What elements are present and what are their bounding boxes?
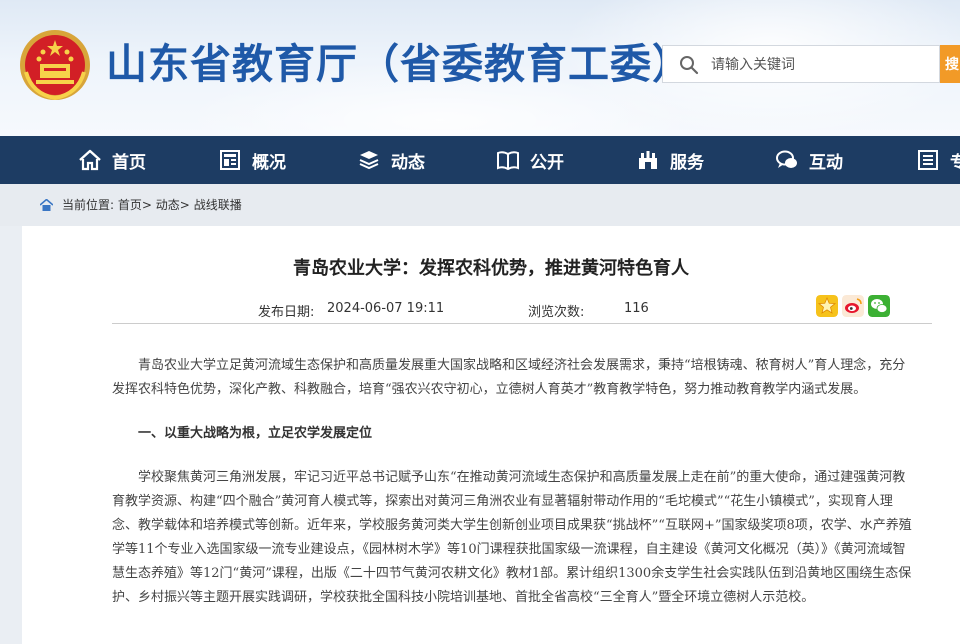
topic-icon [918, 150, 938, 170]
book-icon [497, 151, 519, 171]
breadcrumb-separator: > [179, 198, 190, 212]
search-icon[interactable] [679, 55, 699, 75]
home-icon [40, 199, 53, 211]
search-button[interactable]: 搜 [940, 45, 960, 83]
site-header: 山东省教育厅（省委教育工委） 搜 [0, 0, 960, 136]
nav-label: 概况 [252, 152, 286, 173]
weibo-icon[interactable] [842, 295, 864, 317]
news-icon [359, 151, 379, 170]
nav-label: 首页 [112, 152, 146, 173]
article-title: 青岛农业大学：发挥农科优势，推进黄河特色育人 [293, 258, 689, 279]
nav-label: 服务 [670, 152, 704, 173]
nav-label: 互动 [809, 152, 843, 173]
wechat-icon[interactable] [868, 295, 890, 317]
nav-item-topic[interactable]: 专 [916, 136, 960, 184]
overview-icon [220, 150, 240, 170]
article-meta: 发布日期: 2024-06-07 19:11 浏览次数: 116 [112, 291, 932, 324]
qzone-star-icon[interactable] [816, 295, 838, 317]
breadcrumb: 当前位置: 首页> 动态> 战线联播 [0, 184, 960, 226]
service-icon [639, 151, 657, 169]
chat-icon [776, 150, 797, 168]
article-panel: 青岛农业大学：发挥农科优势，推进黄河特色育人 发布日期: 2024-06-07 … [22, 226, 960, 644]
nav-label: 公开 [530, 152, 564, 173]
publish-date-value: 2024-06-07 19:11 [327, 301, 445, 316]
article-content: 青岛农业大学立足黄河流域生态保护和高质量发展重大国家战略和区域经济社会发展需求，… [112, 354, 914, 610]
views-label: 浏览次数: [528, 305, 585, 320]
breadcrumb-text: 当前位置: 首页> 动态> 战线联播 [62, 184, 242, 226]
site-title[interactable]: 山东省教育厅（省委教育工委） [106, 38, 694, 90]
section-heading: 一、以重大战略为根，立足农学发展定位 [138, 426, 373, 441]
paragraph: 青岛农业大学立足黄河流域生态保护和高质量发展重大国家战略和区域经济社会发展需求，… [112, 358, 906, 397]
nav-label: 动态 [391, 152, 425, 173]
nav-label: 专 [950, 152, 960, 173]
main-nav: 首页 概况 动态 公开 服务 互动 专 [0, 136, 960, 184]
breadcrumb-separator: > [141, 198, 152, 212]
breadcrumb-link-home[interactable]: 首页 [118, 198, 142, 212]
nav-item-service[interactable]: 服务 [636, 136, 704, 184]
nav-item-overview[interactable]: 概况 [218, 136, 286, 184]
breadcrumb-prefix: 当前位置: [62, 198, 115, 212]
search-box [662, 45, 940, 83]
breadcrumb-link-news[interactable]: 动态 [156, 198, 180, 212]
national-emblem-icon[interactable] [18, 28, 92, 102]
nav-item-interact[interactable]: 互动 [775, 136, 843, 184]
paragraph: 学校聚焦黄河三角洲发展，牢记习近平总书记赋予山东“在推动黄河流域生态保护和高质量… [112, 470, 912, 605]
nav-item-public[interactable]: 公开 [496, 136, 564, 184]
views-value: 116 [624, 301, 649, 316]
publish-date-label: 发布日期: [258, 305, 315, 320]
search-input[interactable] [709, 53, 933, 77]
nav-item-news[interactable]: 动态 [357, 136, 425, 184]
nav-item-home[interactable]: 首页 [78, 136, 146, 184]
home-icon [79, 149, 101, 171]
breadcrumb-link-frontline[interactable]: 战线联播 [194, 198, 242, 212]
